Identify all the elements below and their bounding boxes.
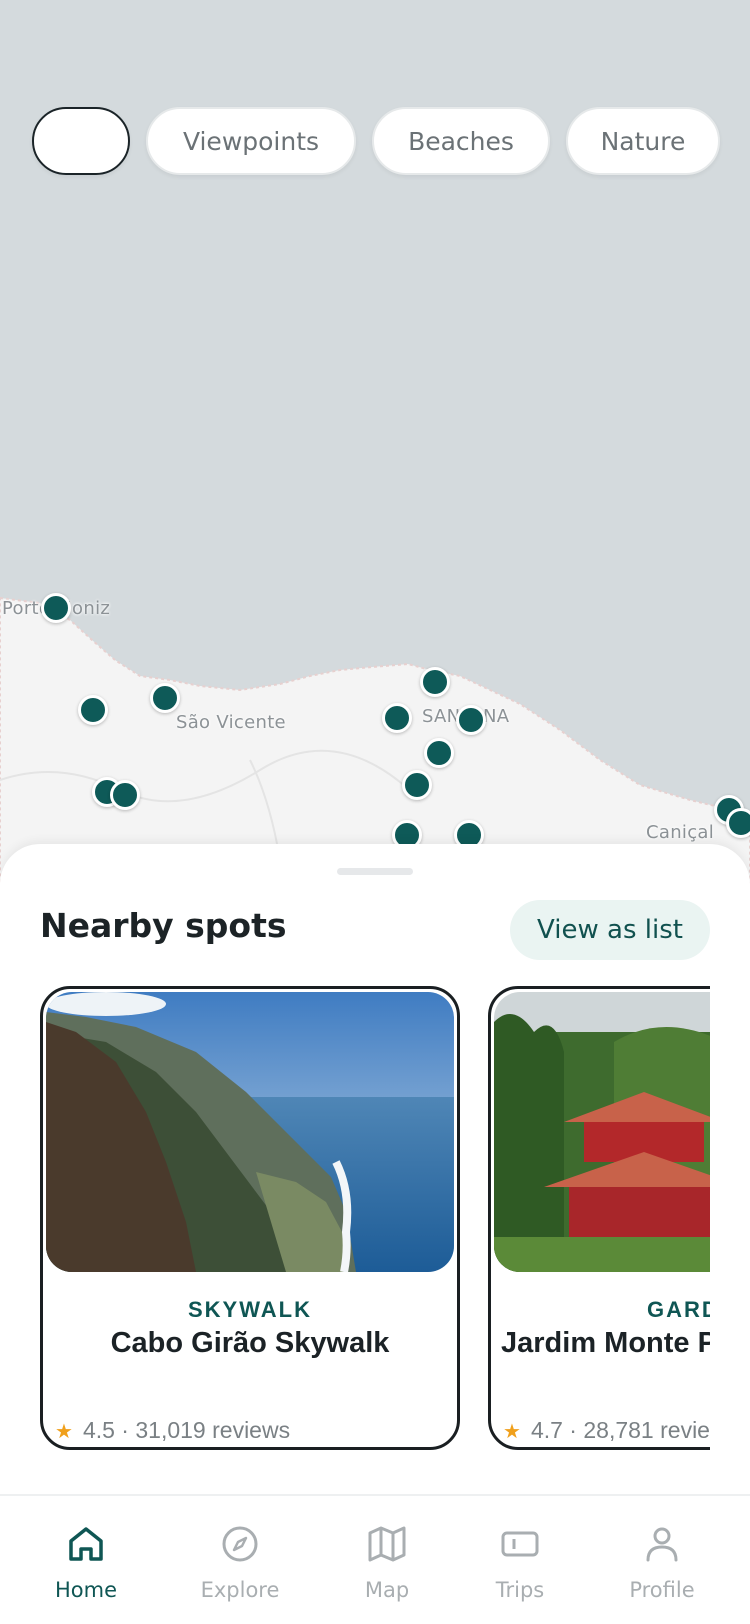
bottom-sheet: Nearby spots View as list SKYWALK Cabo G… <box>0 844 750 1494</box>
star-icon: ★ <box>55 1421 73 1443</box>
filter-chip-selected[interactable] <box>32 107 130 175</box>
spot-name: Cabo Girão Skywalk <box>110 1327 390 1359</box>
tab-explore[interactable]: Explore <box>180 1522 300 1602</box>
map-pin[interactable] <box>110 780 140 810</box>
spot-category: SKYWALK <box>188 1297 312 1322</box>
review-count: 31,019 reviews <box>135 1417 291 1443</box>
bottom-tab-bar: Home Explore Map Trips Profile <box>0 1494 750 1624</box>
tab-profile[interactable]: Profile <box>602 1522 722 1602</box>
spot-name: Jardim Monte Palace <box>501 1327 710 1359</box>
compass-icon <box>222 1526 258 1562</box>
filter-chip-bar: Viewpoints Beaches Nature <box>32 107 720 175</box>
sheet-drag-handle[interactable] <box>337 868 413 875</box>
spot-card[interactable]: SKYWALK Cabo Girão Skywalk ★ 4.5 · 31,019… <box>40 986 460 1450</box>
view-as-list-button[interactable]: View as list <box>510 900 710 960</box>
home-icon <box>69 1527 103 1561</box>
ticket-icon <box>501 1531 539 1557</box>
spot-category: GARDEN <box>647 1297 710 1322</box>
person-icon <box>646 1527 678 1562</box>
tab-trips[interactable]: Trips <box>460 1522 580 1602</box>
tab-home[interactable]: Home <box>26 1522 146 1602</box>
rating-separator: · <box>114 1417 136 1443</box>
sheet-title: Nearby spots <box>40 906 287 945</box>
map-icon <box>368 1526 406 1562</box>
filter-chip-nature[interactable]: Nature <box>566 107 720 175</box>
town-label-canical: Caniçal <box>646 822 715 843</box>
spot-photo-coastal-cliff <box>46 992 454 1272</box>
map-pin[interactable] <box>41 593 71 623</box>
rating-value: 4.5 <box>82 1417 115 1443</box>
tab-map[interactable]: Map <box>327 1522 447 1602</box>
map-pin[interactable] <box>402 770 432 800</box>
map-pin[interactable] <box>424 738 454 768</box>
map-pin[interactable] <box>382 703 412 733</box>
rating-value: 4.7 <box>530 1417 563 1443</box>
spot-photo-pagoda-garden <box>494 992 710 1272</box>
spot-card-carousel[interactable]: SKYWALK Cabo Girão Skywalk ★ 4.5 · 31,019… <box>40 986 710 1456</box>
map-pin[interactable] <box>726 808 750 838</box>
filter-chip-beaches[interactable]: Beaches <box>372 107 550 175</box>
rating-separator: · <box>562 1417 584 1443</box>
tab-label: Explore <box>200 1578 280 1602</box>
map-pin[interactable] <box>78 695 108 725</box>
spot-rating-row: ★ 4.7 · 28,781 reviews <box>503 1417 710 1444</box>
map-pin[interactable] <box>456 705 486 735</box>
tab-label: Profile <box>629 1578 695 1602</box>
filter-chip-viewpoints[interactable]: Viewpoints <box>146 107 356 175</box>
town-label-sao-vicente: São Vicente <box>176 712 286 733</box>
tab-label: Home <box>54 1578 117 1602</box>
review-count: 28,781 reviews <box>583 1417 710 1443</box>
star-icon: ★ <box>503 1421 521 1443</box>
map-pin[interactable] <box>420 667 450 697</box>
tab-label: Map <box>364 1578 410 1602</box>
spot-rating-row: ★ 4.5 · 31,019 reviews <box>55 1417 290 1444</box>
map-pin[interactable] <box>150 683 180 713</box>
spot-card[interactable]: GARDEN Jardim Monte Palace ★ 4.7 · 28,781… <box>488 986 710 1450</box>
tab-label: Trips <box>495 1578 545 1602</box>
